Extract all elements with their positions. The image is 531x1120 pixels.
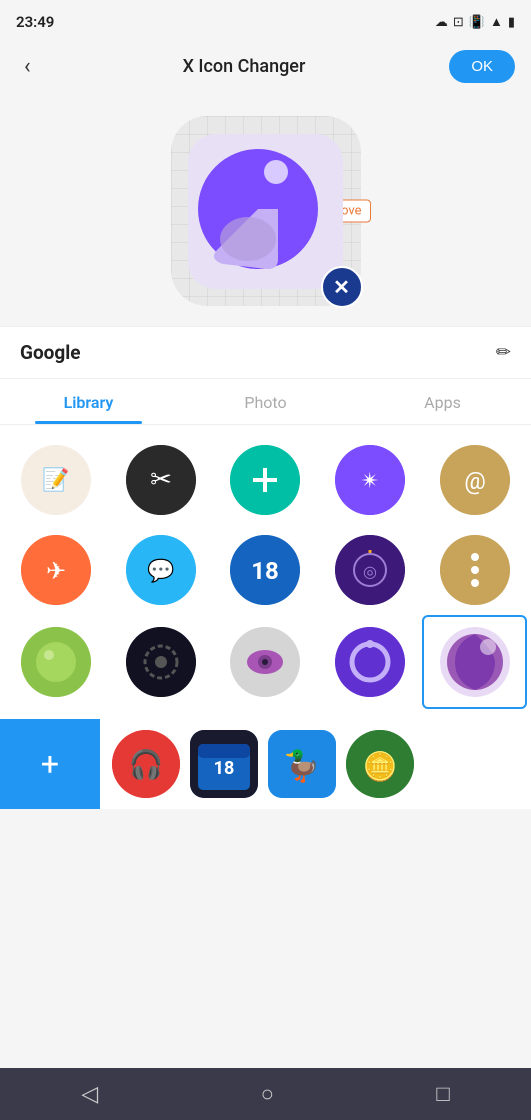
svg-text:✂: ✂: [150, 465, 172, 495]
grid-icon-cell-6[interactable]: ✈: [4, 525, 109, 615]
icon-preview-svg: [188, 134, 343, 289]
icon-preview-wrapper: ✕ ☞ remove: [171, 116, 361, 306]
status-bar: 23:49 ☁ ⊡ 📳 ▲ ▮: [0, 0, 531, 40]
grid-icon-cell-4[interactable]: ✴: [318, 435, 423, 525]
svg-text:✴: ✴: [361, 469, 379, 494]
svg-text:@: @: [464, 467, 486, 495]
header-title: X Icon Changer: [183, 56, 306, 77]
svg-text:🦆: 🦆: [283, 748, 320, 784]
tab-photo[interactable]: Photo: [177, 379, 354, 424]
tab-library[interactable]: Library: [0, 379, 177, 424]
grid-icon-cell-8[interactable]: 18: [213, 525, 318, 615]
svg-text:18: 18: [252, 557, 280, 585]
app-name-row: Google ✏: [0, 326, 531, 379]
chat-icon: 💬: [126, 535, 196, 605]
battery-icon: ▮: [508, 15, 515, 30]
wifi-icon: ▲: [490, 14, 503, 30]
add-icon: +: [41, 745, 59, 783]
icon-grid: 📝 ✂ + ✴ @ ✈ 💬 18 ◎: [0, 425, 531, 719]
svg-text:🪙: 🪙: [363, 750, 398, 783]
vibrate-icon: 📳: [469, 15, 485, 30]
eye-icon: [230, 627, 300, 697]
x-badge[interactable]: ✕: [321, 266, 363, 308]
cloud-icon: ☁: [435, 15, 448, 30]
svg-text:📝: 📝: [43, 467, 70, 493]
bottom-coins-icon[interactable]: 🪙: [346, 730, 414, 798]
svg-text:🎧: 🎧: [129, 748, 164, 781]
bottom-icon-strip: 🎧 18 🦆 🪙: [100, 719, 531, 809]
grid-icon-cell-5[interactable]: @: [422, 435, 527, 525]
ball-icon: [21, 627, 91, 697]
grid-icon-cell-11[interactable]: [4, 615, 109, 709]
tabs-bar: Library Photo Apps: [0, 379, 531, 425]
nav-bar: ◁ ○ □: [0, 1068, 531, 1120]
nav-menu-button[interactable]: □: [416, 1073, 469, 1115]
svg-text:◎: ◎: [363, 562, 377, 581]
grid-icon-cell-3[interactable]: +: [213, 435, 318, 525]
calendar-18-icon: 18: [230, 535, 300, 605]
icon-preview-area: ✕ ☞ remove: [0, 96, 531, 316]
medal-icon: @: [440, 445, 510, 515]
svg-text:18: 18: [214, 758, 235, 779]
plane-icon: ✈: [21, 535, 91, 605]
gear-circle-icon: [126, 627, 196, 697]
header: ‹ X Icon Changer OK: [0, 40, 531, 96]
bottom-music-icon[interactable]: 🎧: [112, 730, 180, 798]
grid-icon-cell-14[interactable]: [318, 615, 423, 709]
dots-icon: [440, 535, 510, 605]
back-button[interactable]: ‹: [16, 50, 39, 83]
status-time: 23:49: [16, 13, 54, 31]
nav-home-button[interactable]: ○: [241, 1073, 294, 1115]
grid-icon-cell-15[interactable]: [422, 615, 527, 709]
grid-icon-cell-9[interactable]: ◎: [318, 525, 423, 615]
grid-icon-cell-13[interactable]: [213, 615, 318, 709]
ok-button[interactable]: OK: [449, 50, 515, 83]
grid-icon-cell-7[interactable]: 💬: [109, 525, 214, 615]
ring-icon: [335, 627, 405, 697]
svg-text:💬: 💬: [147, 558, 174, 584]
tab-apps[interactable]: Apps: [354, 379, 531, 424]
app-name-text: Google: [20, 341, 81, 364]
grid-icon-cell-2[interactable]: ✂: [109, 435, 214, 525]
bottom-calendar-icon[interactable]: 18: [190, 730, 258, 798]
edit-icon[interactable]: ✏: [496, 342, 511, 363]
grid-icon-cell-10[interactable]: [422, 525, 527, 615]
note-icon: 📝: [21, 445, 91, 515]
cut-icon: ✂: [126, 445, 196, 515]
grid-icon-cell-1[interactable]: 📝: [4, 435, 109, 525]
compass-icon: ◎: [335, 535, 405, 605]
bottom-action-row: + 🎧 18 🦆 🪙: [0, 719, 531, 809]
svg-text:✈: ✈: [46, 557, 66, 585]
bottom-game-icon[interactable]: 🦆: [268, 730, 336, 798]
plus-icon: +: [230, 445, 300, 515]
grid-icon-cell-12[interactable]: [109, 615, 214, 709]
add-button[interactable]: +: [0, 719, 100, 809]
windmill-icon: ✴: [335, 445, 405, 515]
status-icons: ☁ ⊡ 📳 ▲ ▮: [435, 14, 515, 30]
x-badge-icon: ✕: [333, 277, 350, 297]
cast-icon: ⊡: [453, 15, 464, 30]
nav-back-button[interactable]: ◁: [61, 1074, 118, 1115]
selected-purple-icon: [440, 627, 510, 697]
